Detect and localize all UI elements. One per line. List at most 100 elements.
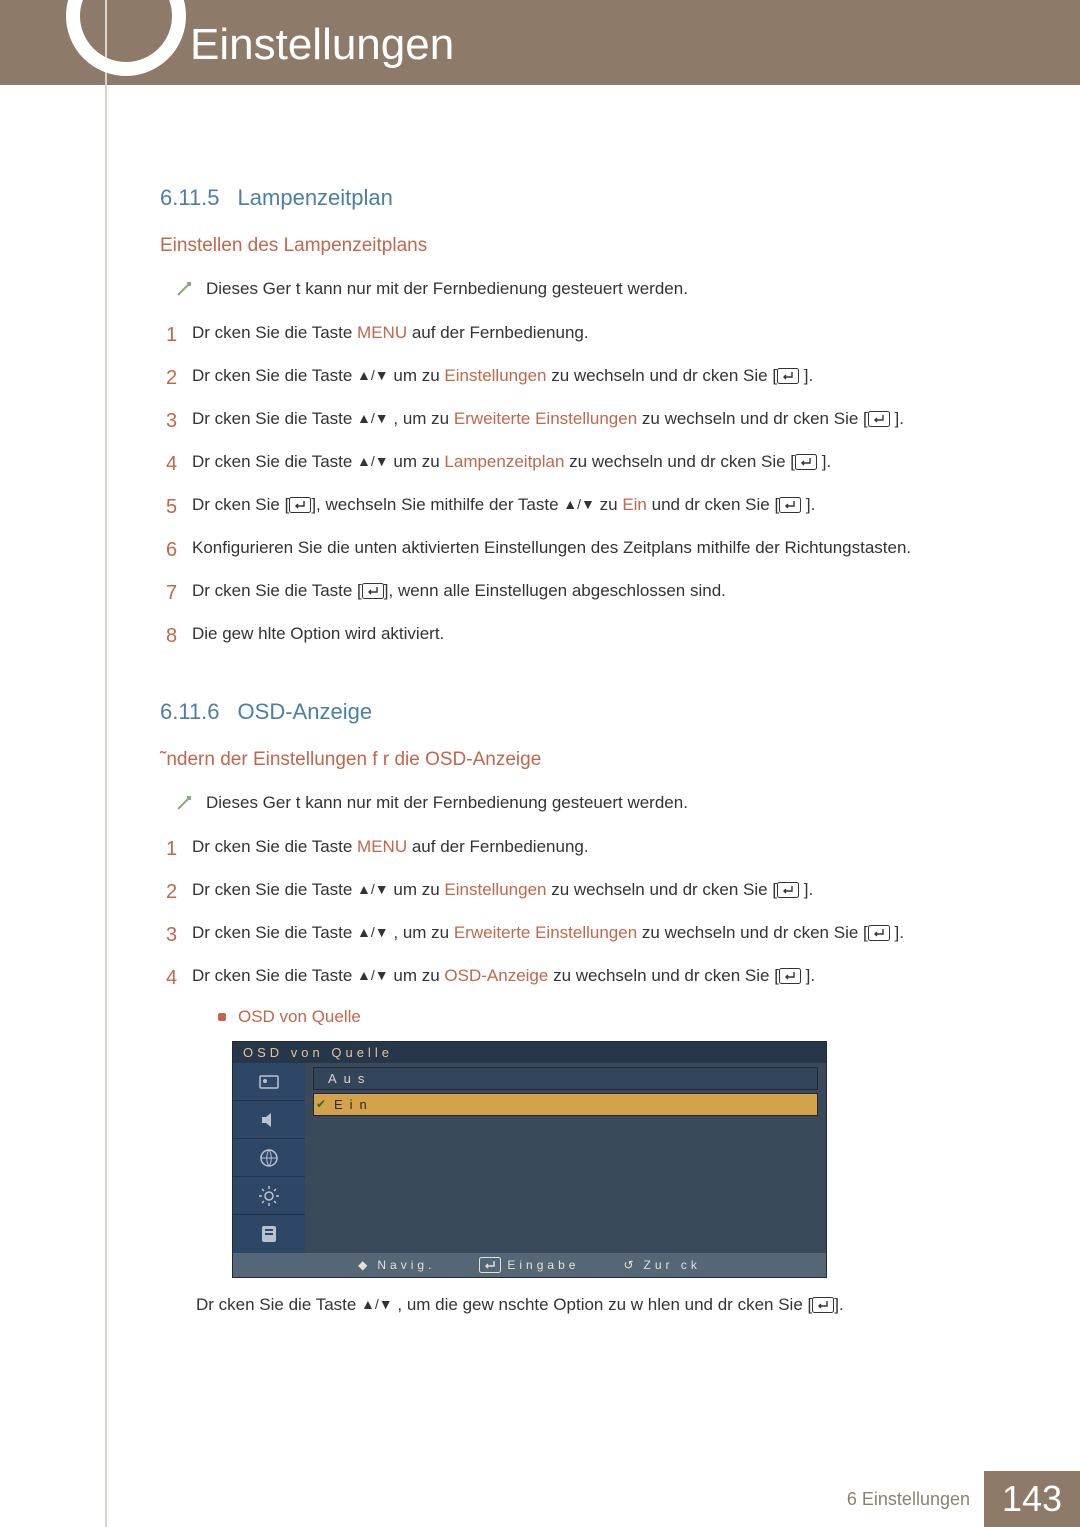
osd-tab-network-icon[interactable]	[233, 1139, 305, 1177]
step-1: 1Dr cken Sie die Taste MENU auf der Fern…	[166, 321, 980, 350]
keyword-menu: MENU	[357, 323, 407, 342]
enter-icon	[795, 453, 817, 478]
section-heading-lampenzeitplan: 6.11.5 Lampenzeitplan	[160, 185, 980, 211]
section-heading-osd: 6.11.6OSD-Anzeige	[160, 699, 980, 725]
t: Dr cken Sie die Taste	[192, 837, 357, 856]
up-down-icon: ▲/▼	[361, 1294, 393, 1315]
updown-icon: ◆	[358, 1258, 371, 1272]
keyword: OSD-Anzeige	[444, 966, 548, 985]
subsection-heading: Einstellen des Lampenzeitplans	[160, 235, 980, 257]
t: ].	[890, 409, 904, 428]
after-osd-text: Dr cken Sie die Taste ▲/▼ , um die gew n…	[196, 1292, 980, 1321]
keyword: Erweiterte Einstellungen	[454, 923, 637, 942]
left-margin-rule	[105, 0, 107, 1527]
t: ].	[817, 452, 831, 471]
t: ].	[801, 495, 815, 514]
osd-option-on[interactable]: ✔Ein	[313, 1093, 818, 1116]
t: und dr cken Sie [	[647, 495, 779, 514]
steps-list-1: 1Dr cken Sie die Taste MENU auf der Fern…	[166, 321, 980, 651]
t: Die gew hlte Option wird aktiviert.	[192, 622, 980, 647]
step-5: 5Dr cken Sie [], wechseln Sie mithilfe d…	[166, 493, 980, 522]
osd-option-off[interactable]: Aus	[313, 1067, 818, 1090]
t: , um zu	[389, 409, 454, 428]
keyword: Lampenzeitplan	[444, 452, 564, 471]
t: Dr cken Sie die Taste	[192, 409, 357, 428]
note-row: Dieses Ger t kann nur mit der Fernbedien…	[176, 279, 980, 299]
step-1: 1Dr cken Sie die Taste MENU auf der Fern…	[166, 835, 980, 864]
step-7: 7Dr cken Sie die Taste [], wenn alle Ein…	[166, 579, 980, 608]
t: Dr cken Sie die Taste	[192, 966, 357, 985]
up-down-icon: ▲/▼	[357, 879, 389, 899]
t: ].	[834, 1295, 843, 1314]
keyword: Ein	[622, 495, 647, 514]
t: ].	[799, 366, 813, 385]
check-icon: ✔	[316, 1097, 326, 1111]
t: Konfigurieren Sie die unten aktivierten …	[192, 536, 980, 561]
t: Dr cken Sie die Taste [	[192, 581, 362, 600]
content-area: 6.11.5 Lampenzeitplan Einstellen des Lamp…	[160, 185, 980, 1321]
return-icon: ↺	[623, 1258, 637, 1272]
t: zu wechseln und dr cken Sie	[637, 409, 863, 428]
osd-tab-info-icon[interactable]	[233, 1215, 305, 1253]
section-number: 6.11.5	[160, 185, 220, 210]
t: ].	[890, 923, 904, 942]
sub-bullet: z OSD von Quelle	[218, 1007, 980, 1027]
osd-tab-settings-icon[interactable]	[233, 1177, 305, 1215]
step-4: 4Dr cken Sie die Taste ▲/▼ um zu Lampenz…	[166, 450, 980, 479]
keyword: Erweiterte Einstellungen	[454, 409, 637, 428]
bullet-text: OSD von Quelle	[238, 1007, 361, 1027]
t: Eingabe	[507, 1258, 579, 1272]
osd-footer: ◆ Navig. Eingabe ↺ Zur ck	[233, 1253, 826, 1277]
note-text: Dieses Ger t kann nur mit der Fernbedien…	[206, 279, 688, 299]
t: zu wechseln und dr cken Sie [	[546, 366, 777, 385]
t: um zu	[389, 966, 445, 985]
enter-icon	[289, 496, 311, 521]
enter-icon	[362, 582, 384, 607]
t: , um zu	[389, 923, 454, 942]
osd-panel: OSD von Quelle Aus ✔Ein ◆Navig. Eingabe …	[232, 1041, 827, 1278]
t: Navig.	[377, 1258, 435, 1272]
section-number: 6.11.6	[160, 699, 220, 724]
t: auf der Fernbedienung.	[407, 323, 588, 342]
osd-foot-nav: ◆ Navig.	[358, 1257, 435, 1273]
t: zu wechseln und dr cken Sie [	[548, 966, 779, 985]
keyword: Einstellungen	[444, 366, 546, 385]
t: Dr cken Sie die Taste	[192, 923, 357, 942]
step-2: 2Dr cken Sie die Taste ▲/▼ um zu Einstel…	[166, 878, 980, 907]
keyword-menu: MENU	[357, 837, 407, 856]
step-8: 8Die gew hlte Option wird aktiviert.	[166, 622, 980, 651]
osd-tab-sound-icon[interactable]	[233, 1101, 305, 1139]
t: um zu	[389, 452, 445, 471]
osd-foot-back: ↺ Zur ck	[623, 1257, 700, 1273]
osd-tab-picture-icon[interactable]	[233, 1063, 305, 1101]
up-down-icon: ▲/▼	[357, 965, 389, 985]
t: Dr cken Sie die Taste	[192, 452, 357, 471]
enter-icon	[779, 496, 801, 521]
osd-body: Aus ✔Ein	[233, 1063, 826, 1253]
step-6: 6Konfigurieren Sie die unten aktivierten…	[166, 536, 980, 565]
steps-list-2: 1Dr cken Sie die Taste MENU auf der Fern…	[166, 835, 980, 993]
enter-icon	[479, 1257, 501, 1273]
section-title: Lampenzeitplan	[238, 185, 393, 210]
chapter-title: Einstellungen	[190, 20, 454, 70]
osd-sidebar	[233, 1063, 305, 1253]
step-3: 3Dr cken Sie die Taste ▲/▼ , um zu Erwei…	[166, 921, 980, 950]
up-down-icon: ▲/▼	[357, 922, 389, 942]
up-down-icon: ▲/▼	[357, 451, 389, 471]
t: ], wechseln Sie mithilfe der Taste	[311, 495, 563, 514]
t: Zur ck	[644, 1258, 701, 1272]
enter-icon	[868, 924, 890, 949]
up-down-icon: ▲/▼	[357, 365, 389, 385]
t: auf der Fernbedienung.	[407, 837, 588, 856]
t: ].	[799, 880, 813, 899]
t: Dr cken Sie die Taste	[192, 323, 357, 342]
t: zu wechseln und dr cken Sie [	[546, 880, 777, 899]
t: um zu	[389, 880, 445, 899]
keyword: Einstellungen	[444, 880, 546, 899]
note-icon	[176, 281, 192, 297]
t: Dr cken Sie die Taste	[192, 366, 357, 385]
step-3: 3Dr cken Sie die Taste ▲/▼ , um zu Erwei…	[166, 407, 980, 436]
t: ], wenn alle Einstellugen abgeschlossen …	[384, 581, 726, 600]
footer: 6 Einstellungen 143	[847, 1471, 1080, 1527]
osd-foot-enter: Eingabe	[479, 1257, 579, 1273]
